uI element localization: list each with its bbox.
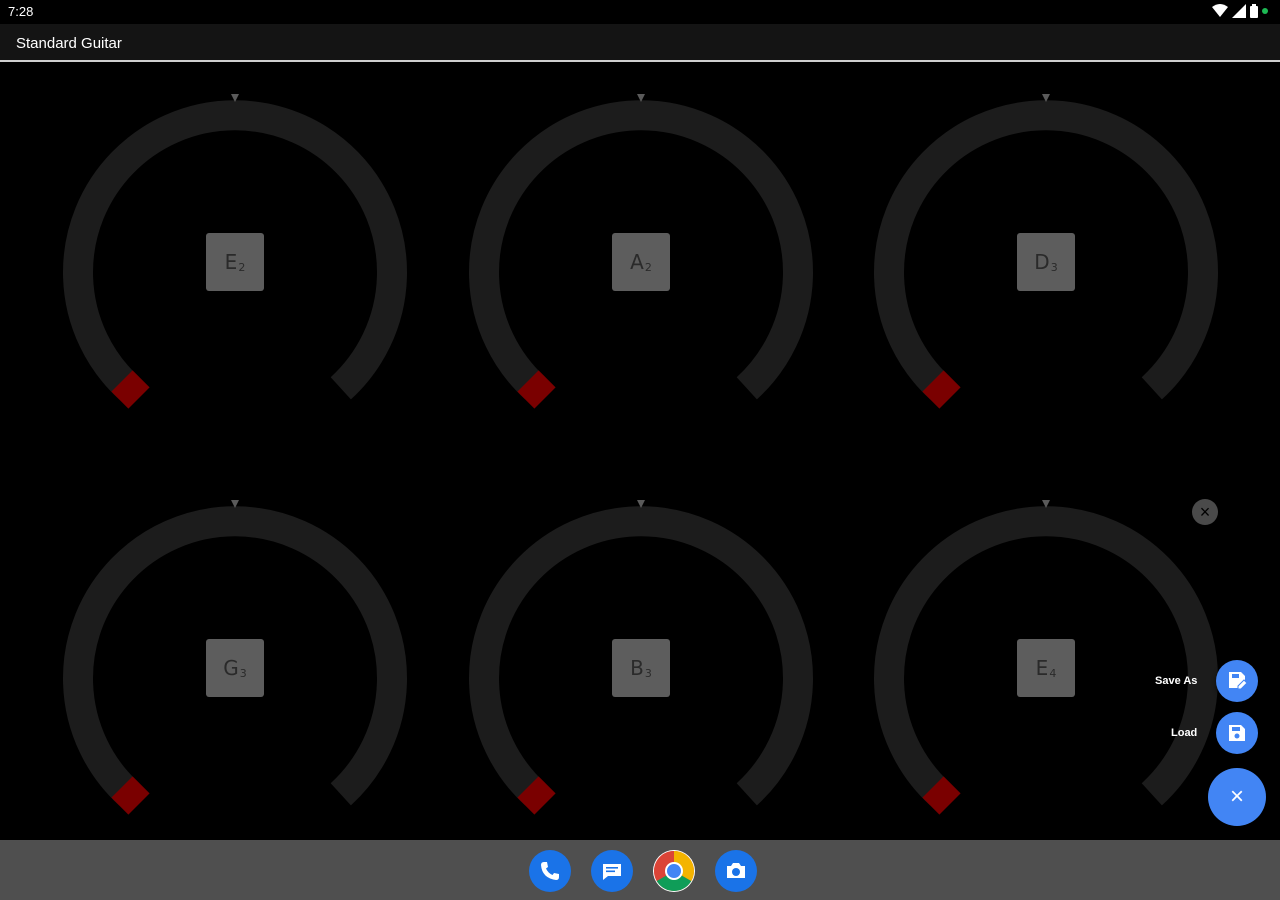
note-octave: 3	[239, 666, 247, 680]
note-letter: E	[1035, 656, 1049, 680]
close-icon: ×	[1229, 783, 1244, 810]
note-octave: 2	[644, 260, 652, 274]
battery-icon	[1250, 4, 1258, 18]
messages-app-button[interactable]	[591, 850, 633, 892]
tuner-grid: E2 A2 D3 G3 B 3 E 4	[0, 64, 1280, 840]
tuner-string-4: G3	[55, 492, 415, 852]
fab-close-button[interactable]: ×	[1208, 768, 1266, 826]
tuning-marker	[517, 370, 556, 409]
chrome-icon	[654, 851, 694, 891]
tuning-marker	[111, 776, 150, 815]
note-letter: E	[224, 250, 238, 274]
note-letter: G	[223, 656, 239, 680]
note-button[interactable]: A2	[612, 233, 670, 291]
app-title: Standard Guitar	[16, 35, 122, 52]
note-button[interactable]: E2	[206, 233, 264, 291]
status-bar: 7:28	[0, 0, 1280, 24]
chrome-app-button[interactable]	[653, 850, 695, 892]
tuner-string-5: B3	[461, 492, 821, 852]
camera-app-button[interactable]	[715, 850, 757, 892]
note-octave: 3	[644, 666, 652, 680]
load-label: Load	[1171, 727, 1198, 739]
save-icon	[1229, 725, 1245, 741]
app-bar: Standard Guitar	[0, 24, 1280, 62]
note-letter: D	[1034, 250, 1050, 274]
note-button[interactable]: D3	[1017, 233, 1075, 291]
tuner-string-2: A2	[461, 86, 821, 446]
navigation-bar	[0, 840, 1280, 900]
note-letter: A	[630, 250, 644, 274]
note-octave: 2	[238, 260, 246, 274]
phone-app-button[interactable]	[529, 850, 571, 892]
tuner-string-1: E2	[55, 86, 415, 446]
phone-icon	[541, 862, 559, 880]
note-button[interactable]: G3	[206, 639, 264, 697]
note-button[interactable]: E4	[1017, 639, 1075, 697]
wifi-icon	[1212, 4, 1228, 17]
status-icons	[1212, 4, 1268, 18]
save-as-icon	[1229, 672, 1248, 690]
note-letter: B	[630, 656, 644, 680]
save-as-label: Save As	[1155, 675, 1198, 687]
tuning-marker	[111, 370, 150, 409]
dismiss-button[interactable]: ×	[1192, 499, 1218, 525]
note-octave: 3	[1050, 260, 1058, 274]
camera-icon	[727, 863, 745, 878]
notification-dot-icon	[1262, 8, 1268, 14]
tuner-string-6: E4	[866, 492, 1226, 852]
note-button[interactable]: B3	[612, 639, 670, 697]
signal-icon	[1232, 4, 1246, 18]
tuning-marker	[922, 776, 961, 815]
messages-icon	[603, 864, 621, 880]
status-time: 7:28	[8, 4, 34, 19]
note-octave: 4	[1049, 666, 1057, 680]
close-icon: ×	[1199, 502, 1211, 522]
tuning-marker	[922, 370, 961, 409]
app-dock	[529, 850, 757, 892]
tuning-marker	[517, 776, 556, 815]
save-as-button[interactable]	[1216, 660, 1258, 702]
tuner-string-3: D3	[866, 86, 1226, 446]
load-button[interactable]	[1216, 712, 1258, 754]
